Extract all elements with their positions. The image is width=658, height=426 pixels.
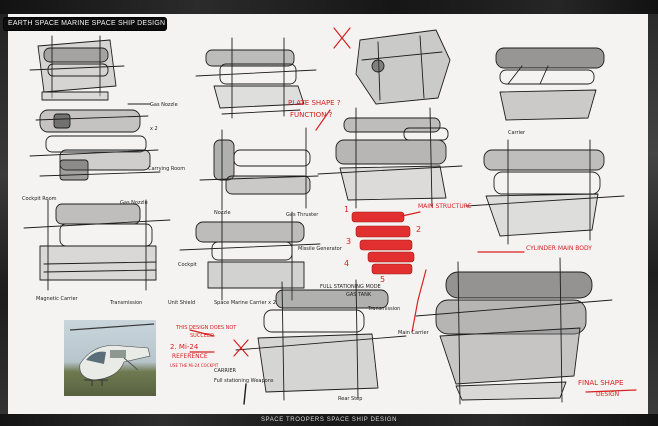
note-gas-thruster: Gas Thruster (286, 212, 319, 218)
note-space-marine-carrier: Space Marine Carrier x 2 (214, 300, 276, 306)
sketch-ship-e (199, 127, 319, 211)
note-unit-shield: Unit Shield (168, 300, 196, 306)
red-number-3: 3 (346, 237, 352, 246)
red-note-main-structure: MAIN STRUCTURE (418, 203, 472, 210)
sketch-ship-g (355, 29, 451, 105)
sketch-ship-j (465, 139, 625, 245)
note-missile-generator: Missile Generator (298, 246, 342, 252)
reject-mark-bottom (233, 339, 249, 357)
note-gas-nozzle-2: Gas Nozzle (120, 200, 148, 206)
note-transmission-2: Transmission (368, 306, 401, 312)
helicopter-reference-photo (64, 320, 156, 396)
concept-sheet: EARTH SPACE MARINE SPACE SHIP DESIGN Gas… (0, 0, 658, 426)
note-carrier-2: CARRIER (214, 368, 236, 374)
red-note-plate-shape: PLATE SHAPE ? (288, 99, 341, 107)
note-full-stationing-weapons: Full stationing Weapons (214, 378, 274, 384)
note-rear-step: Rear Step (338, 396, 363, 402)
note-cockpit-room: Cockpit Room (22, 196, 57, 202)
note-carrying-room: Carrying Room (148, 166, 186, 172)
main-structure-blocks (351, 211, 415, 275)
sketch-ship-i (495, 47, 605, 121)
red-note-design: DESIGN (596, 391, 620, 398)
red-number-1: 1 (344, 205, 350, 214)
red-number-5: 5 (380, 275, 386, 284)
sketch-ship-h (317, 107, 463, 209)
helicopter-icon (69, 323, 155, 386)
sketch-ship-k (235, 279, 407, 405)
sketch-ship-b (29, 103, 161, 181)
note-full-stationing-mode: FULL STATIONING MODE (320, 284, 381, 290)
red-number-2: 2 (416, 225, 422, 234)
red-number-4: 4 (344, 259, 350, 268)
note-gas-nozzle: Gas Nozzle (150, 102, 178, 108)
sketch-ship-a (29, 35, 125, 101)
red-note-mi24-cockpit: USE THE Mi-24 COCKPIT (170, 363, 219, 368)
note-main-carrier: Main Carrier (398, 330, 429, 336)
note-transmission: Transmission (110, 300, 143, 306)
note-gas-tank: GAS TANK (346, 292, 372, 298)
red-note-function: FUNCTION ? (290, 111, 333, 119)
reject-mark-top (333, 27, 351, 49)
footer-title: SPACE TROOPERS SPACE SHIP DESIGN (260, 417, 398, 423)
note-times-two: x 2 (150, 126, 158, 132)
red-note-reference: REFERENCE (172, 353, 208, 360)
red-note-mi24: 2. Mi-24 (170, 343, 199, 351)
red-note-design-does-not: THIS DESIGN DOES NOT (176, 325, 237, 331)
red-note-final-shape: FINAL SHAPE (578, 379, 624, 387)
sketch-ship-f (179, 211, 321, 301)
sketch-ship-c (23, 199, 171, 291)
red-note-cylinder-main-body: CYLINDER MAIN BODY (526, 245, 592, 252)
note-carrier: Carrier (508, 130, 526, 136)
note-cockpit: Cockpit (178, 262, 197, 268)
note-nozzle: Nozzle (214, 210, 231, 216)
note-magnetic-carrier: Magnetic Carrier (36, 296, 78, 302)
red-note-succeed: SUCCEED (190, 333, 214, 339)
